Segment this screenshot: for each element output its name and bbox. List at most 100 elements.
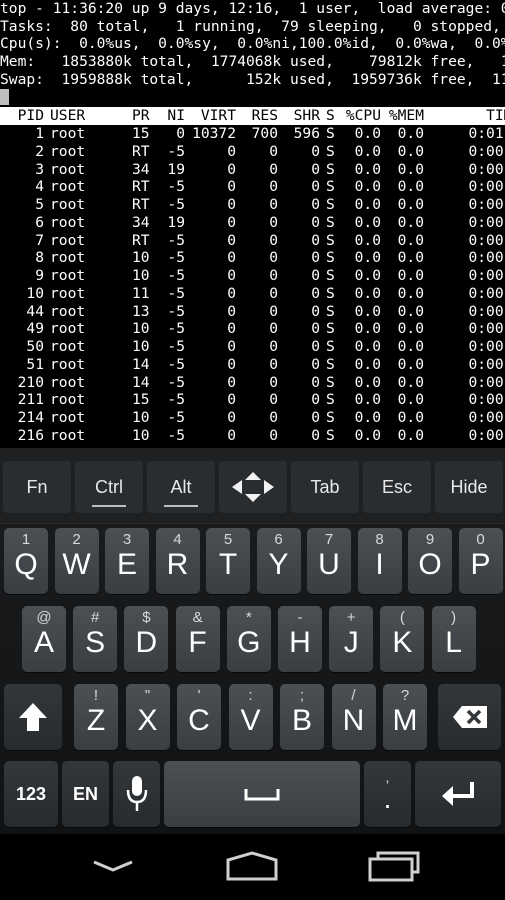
fn-key[interactable]: Fn bbox=[3, 461, 71, 513]
process-cell-virt: 0 bbox=[227, 284, 236, 302]
terminal-screen[interactable]: top - 11:36:20 up 9 days, 12:16, 1 user,… bbox=[0, 0, 505, 448]
key-r[interactable]: 4R bbox=[155, 528, 200, 594]
process-cell-virt: 0 bbox=[227, 160, 236, 178]
key-p[interactable]: 0P bbox=[458, 528, 503, 594]
recent-apps-icon bbox=[368, 851, 420, 882]
process-cell-user: root bbox=[50, 125, 86, 142]
extra-keys-row: Fn Ctrl Alt Tab Esc Hide bbox=[0, 448, 505, 524]
process-cell-shr: 0 bbox=[311, 196, 320, 213]
recent-apps-button[interactable] bbox=[358, 846, 428, 888]
key-y[interactable]: 6Y bbox=[256, 528, 301, 594]
key-c[interactable]: ' C bbox=[177, 684, 221, 750]
key-b[interactable]: ; B bbox=[280, 684, 324, 750]
key-w[interactable]: 2W bbox=[54, 528, 99, 594]
process-cell-time: 0:00.00 bbox=[468, 391, 505, 409]
key-primary-label: V bbox=[240, 704, 261, 737]
key-secondary-label: & bbox=[192, 609, 203, 626]
process-cell-res: 0 bbox=[269, 178, 278, 196]
key-t[interactable]: 5T bbox=[206, 528, 250, 594]
process-cell-cpu: 0.0 bbox=[354, 213, 381, 231]
dpad-arrows-icon bbox=[232, 472, 274, 502]
process-cell-res: 0 bbox=[269, 391, 278, 409]
process-cell-user: root bbox=[50, 373, 86, 391]
process-cell-res: 0 bbox=[269, 320, 278, 338]
key-m[interactable]: ? M bbox=[383, 684, 427, 750]
process-cell-res: 0 bbox=[269, 426, 278, 444]
key-s[interactable]: # S bbox=[73, 606, 118, 672]
enter-key[interactable] bbox=[415, 761, 501, 827]
key-j[interactable]: + J bbox=[329, 606, 374, 672]
soft-keyboard: Fn Ctrl Alt Tab Esc Hide 1Q2W3E4R5T6Y7U8… bbox=[0, 448, 505, 834]
process-cell-virt: 0 bbox=[227, 338, 236, 355]
shift-key[interactable] bbox=[4, 684, 62, 750]
process-cell-virt: 0 bbox=[227, 231, 236, 249]
symbols-key-label: 123 bbox=[15, 783, 47, 804]
process-cell-time: 0:01.05 bbox=[468, 125, 505, 142]
key-d[interactable]: $ D bbox=[124, 606, 169, 672]
tab-key[interactable]: Tab bbox=[291, 461, 359, 513]
process-cell-pr: 34 bbox=[132, 213, 150, 231]
ctrl-key[interactable]: Ctrl bbox=[75, 461, 143, 513]
process-cell-cpu: 0.0 bbox=[354, 142, 381, 160]
key-z[interactable]: ! Z bbox=[74, 684, 118, 750]
tab-key-label: Tab bbox=[310, 476, 340, 497]
punctuation-key[interactable]: , . bbox=[364, 761, 411, 827]
symbols-key[interactable]: 123 bbox=[4, 761, 58, 827]
key-g[interactable]: * G bbox=[226, 606, 271, 672]
process-cell-pid: 211 bbox=[17, 391, 44, 409]
hide-key[interactable]: Hide bbox=[435, 461, 503, 513]
process-cell-shr: 0 bbox=[311, 160, 320, 178]
process-cell-ni: 19 bbox=[167, 160, 185, 178]
process-cell-shr: 0 bbox=[311, 320, 320, 338]
language-key[interactable]: EN bbox=[62, 761, 109, 827]
process-cell-mem: 0.0 bbox=[397, 231, 424, 249]
esc-key[interactable]: Esc bbox=[363, 461, 431, 513]
language-key-label: EN bbox=[72, 783, 98, 804]
process-cell-pr: 14 bbox=[132, 355, 150, 373]
key-o[interactable]: 9O bbox=[408, 528, 452, 594]
process-cell-ni: -5 bbox=[167, 231, 185, 249]
key-u[interactable]: 7U bbox=[307, 528, 351, 594]
key-x[interactable]: " X bbox=[125, 684, 170, 750]
key-f[interactable]: & F bbox=[175, 606, 220, 672]
key-v[interactable]: :V bbox=[228, 684, 273, 750]
alt-key[interactable]: Alt bbox=[147, 461, 215, 513]
process-row: 7rootRT-5000S0.00.00:00.00 bbox=[0, 232, 505, 250]
voice-input-key[interactable] bbox=[113, 761, 160, 827]
process-cell-ni: -5 bbox=[167, 373, 185, 391]
space-key[interactable] bbox=[164, 761, 360, 827]
process-cell-pid: 6 bbox=[35, 213, 44, 231]
process-cell-cpu: 0.0 bbox=[354, 320, 381, 338]
process-cell-mem: 0.0 bbox=[397, 320, 424, 338]
process-cell-pr: 10 bbox=[132, 267, 150, 284]
backspace-key[interactable] bbox=[438, 684, 501, 750]
process-cell-state: S bbox=[326, 302, 335, 320]
key-k[interactable]: (K bbox=[380, 606, 425, 672]
key-n[interactable]: / N bbox=[331, 684, 376, 750]
process-cell-time: 0:00.54 bbox=[468, 142, 505, 160]
microphone-icon bbox=[126, 776, 147, 811]
process-cell-pr: 15 bbox=[132, 125, 150, 142]
key-h[interactable]: -H bbox=[278, 606, 322, 672]
back-button[interactable] bbox=[78, 846, 148, 888]
process-cell-time: 0:00.00 bbox=[468, 373, 505, 391]
key-e[interactable]: 3E bbox=[105, 528, 149, 594]
process-cell-user: root bbox=[50, 160, 86, 178]
fn-key-label: Fn bbox=[26, 476, 48, 497]
process-cell-shr: 0 bbox=[311, 302, 320, 320]
process-cell-user: root bbox=[50, 284, 86, 302]
dpad-key[interactable] bbox=[219, 461, 287, 513]
process-cell-user: root bbox=[50, 391, 86, 409]
key-q[interactable]: 1Q bbox=[4, 528, 48, 594]
home-button[interactable] bbox=[217, 846, 287, 888]
key-i[interactable]: 8I bbox=[357, 528, 402, 594]
key-l[interactable]: ) L bbox=[431, 606, 476, 672]
process-cell-time: 0:00.00 bbox=[468, 178, 505, 196]
process-cell-pid: 2 bbox=[35, 142, 44, 160]
process-cell-shr: 0 bbox=[311, 284, 320, 302]
process-cell-mem: 0.0 bbox=[397, 338, 424, 355]
ctrl-key-label: Ctrl bbox=[95, 476, 123, 497]
column-header-pid: PID bbox=[17, 107, 44, 124]
key-primary-label: N bbox=[342, 704, 365, 737]
key-a[interactable]: @ A bbox=[22, 606, 66, 672]
